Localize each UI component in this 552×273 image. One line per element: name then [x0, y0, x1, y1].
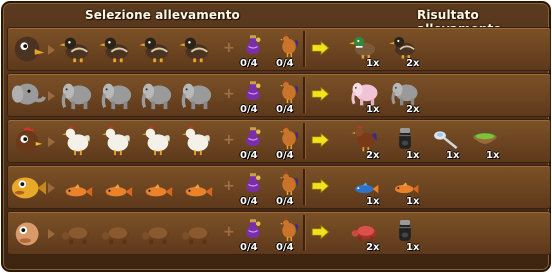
breed-arrow-button[interactable]: [310, 129, 332, 151]
breed-arrow-button[interactable]: [310, 221, 332, 243]
animal-slot[interactable]: [98, 123, 136, 157]
animal-slot[interactable]: [138, 215, 176, 249]
requirement-count: 0/4: [276, 196, 294, 207]
requirement-count: 0/4: [240, 58, 258, 69]
breeding-row-fish: +0/4 0/4 1x 1x: [7, 165, 551, 209]
animal-slot[interactable]: [98, 215, 136, 249]
animal-slot[interactable]: [178, 123, 216, 157]
plus-icon: +: [223, 40, 235, 56]
plus-icon: +: [223, 86, 235, 102]
requirement-count: 0/4: [276, 242, 294, 253]
result-count: 1x: [406, 196, 420, 207]
animal-slot[interactable]: [138, 169, 176, 203]
result-count: 2x: [366, 150, 380, 161]
result-count: 2x: [406, 58, 420, 69]
animal-slot[interactable]: [178, 169, 216, 203]
result-count: 1x: [366, 104, 380, 115]
requirement-count: 0/4: [240, 104, 258, 115]
plus-icon: +: [223, 132, 235, 148]
result-count: 1x: [446, 150, 460, 161]
result-count: 1x: [486, 150, 500, 161]
animal-slot[interactable]: [58, 169, 96, 203]
animal-slot[interactable]: [178, 77, 216, 111]
requirement-count: 0/4: [240, 196, 258, 207]
animal-slot[interactable]: [138, 77, 176, 111]
selection-header: Selezione allevamento: [85, 8, 240, 22]
animal-slot[interactable]: [98, 169, 136, 203]
requirement-count: 0/4: [276, 150, 294, 161]
plus-icon: +: [223, 178, 235, 194]
animal-slot[interactable]: [58, 77, 96, 111]
animal-slot[interactable]: [138, 31, 176, 65]
requirement-count: 0/4: [240, 150, 258, 161]
requirement-count: 0/4: [240, 242, 258, 253]
result-count: 1x: [406, 150, 420, 161]
breed-arrow-button[interactable]: [310, 175, 332, 197]
requirement-count: 0/4: [276, 58, 294, 69]
fish-portrait-icon[interactable]: [10, 168, 48, 206]
chicken-portrait-icon[interactable]: [10, 122, 48, 160]
selector-arrow-icon: [48, 137, 55, 147]
breeding-row-elephant: +0/4 0/4 1x 2x: [7, 73, 551, 117]
turtle-portrait-icon[interactable]: [10, 214, 48, 252]
result-count: 1x: [366, 58, 380, 69]
breed-arrow-button[interactable]: [310, 37, 332, 59]
elephant-portrait-icon[interactable]: [10, 76, 48, 114]
selector-arrow-icon: [48, 183, 55, 193]
animal-slot[interactable]: [58, 215, 96, 249]
result-count: 1x: [366, 196, 380, 207]
selector-arrow-icon: [48, 45, 55, 55]
breeding-panel: Selezione allevamento Risultato allevame…: [1, 1, 551, 272]
animal-slot[interactable]: [58, 123, 96, 157]
breed-arrow-button[interactable]: [310, 83, 332, 105]
breeding-row-chicken: +0/4 0/4 2x 1x 1x 1x: [7, 119, 551, 163]
animal-slot[interactable]: [178, 31, 216, 65]
selector-arrow-icon: [48, 91, 55, 101]
result-count: 2x: [366, 242, 380, 253]
breeding-row-duck: +0/4 0/4 1x 2x: [7, 27, 551, 71]
selector-arrow-icon: [48, 229, 55, 239]
animal-slot[interactable]: [178, 215, 216, 249]
requirement-count: 0/4: [276, 104, 294, 115]
result-count: 2x: [406, 104, 420, 115]
plus-icon: +: [223, 224, 235, 240]
breeding-row-turtle: +0/4 0/4 2x 1x: [7, 211, 551, 255]
animal-slot[interactable]: [138, 123, 176, 157]
animal-slot[interactable]: [98, 31, 136, 65]
result-count: 1x: [406, 242, 420, 253]
duck-portrait-icon[interactable]: [10, 30, 48, 68]
animal-slot[interactable]: [58, 31, 96, 65]
animal-slot[interactable]: [98, 77, 136, 111]
